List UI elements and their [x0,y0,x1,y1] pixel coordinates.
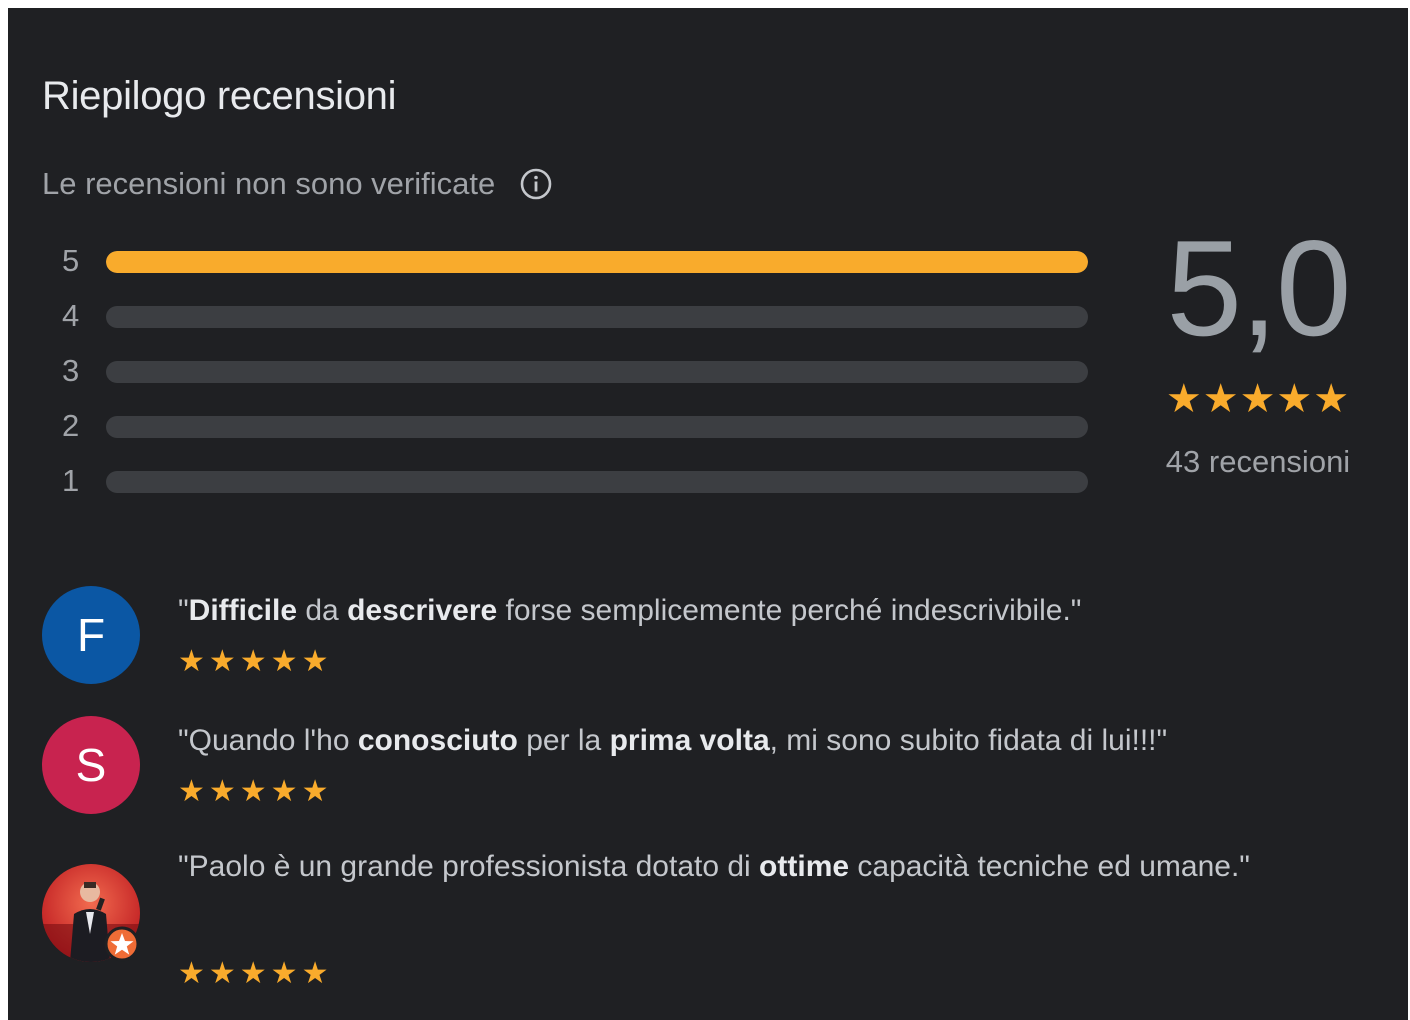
review-summary-panel: Riepilogo recensioni Le recensioni non s… [8,8,1408,1020]
quote-text: capacità tecniche ed umane." [849,850,1250,883]
average-stars: ★★★★★ [1165,377,1351,421]
quote-text: "Paolo è un grande professionista dotato… [178,850,760,883]
quote-highlight: ottime [759,850,850,883]
rating-bar-label: 3 [62,353,80,388]
rating-bar-1[interactable]: 1 [56,460,1096,515]
rating-bar-track [106,306,1088,328]
quote-highlight: prima volta [609,724,770,757]
review-snippet[interactable]: "Paolo è un grande professionista dotato… [42,834,1382,1004]
rating-bar-track [106,251,1088,273]
rating-bar-track [106,361,1088,383]
quote-text: da [297,594,348,627]
rating-bar-label: 4 [62,298,80,333]
avatar[interactable]: F [42,586,140,684]
rating-bar-track [106,416,1088,438]
unverified-notice: Le recensioni non sono verificate [42,166,553,202]
rating-bar-label: 1 [62,463,80,498]
quote-text: " [178,594,189,627]
overall-rating: 5,0 ★★★★★ 43 recensioni [1138,218,1378,480]
review-quote: "Difficile da descrivere forse semplicem… [178,584,1358,638]
review-stars: ★★★★★ [178,645,333,678]
review-quote: "Quando l'ho conosciuto per la prima vol… [178,714,1358,768]
quote-text: per la [517,724,610,757]
review-snippet[interactable]: F "Difficile da descrivere forse semplic… [42,584,1382,694]
rating-bar-label: 2 [62,408,80,443]
average-score: 5,0 [1166,212,1351,364]
review-count-link[interactable]: 43 recensioni [1138,444,1378,480]
rating-bar-4[interactable]: 4 [56,295,1096,350]
avatar[interactable]: S [42,716,140,814]
page-title: Riepilogo recensioni [42,74,397,118]
avatar[interactable] [42,864,140,962]
avatar-letter: F [76,609,106,661]
quote-text: "Quando l'ho [178,724,358,757]
avatar-letter: S [75,739,107,791]
quote-text: , mi sono subito fidata di lui!!!" [769,724,1168,757]
quote-highlight: conosciuto [357,724,518,757]
rating-bar-5[interactable]: 5 [56,240,1096,295]
rating-bar-3[interactable]: 3 [56,350,1096,405]
unverified-notice-text: Le recensioni non sono verificate [42,166,496,201]
review-quote: "Paolo è un grande professionista dotato… [178,840,1358,894]
quote-text: forse semplicemente perché indescrivibil… [497,594,1082,627]
quote-highlight: descrivere [347,594,498,627]
rating-bar-fill [106,251,1088,273]
rating-distribution: 5 4 3 2 1 [56,240,1096,515]
rating-bar-2[interactable]: 2 [56,405,1096,460]
quote-highlight: Difficile [188,594,298,627]
review-snippet[interactable]: S "Quando l'ho conosciuto per la prima v… [42,714,1382,824]
info-icon[interactable] [519,167,553,201]
star-badge-icon [104,926,140,962]
review-stars: ★★★★★ [178,775,333,808]
rating-bar-track [106,471,1088,493]
review-stars: ★★★★★ [178,957,333,990]
rating-bar-label: 5 [62,243,80,278]
